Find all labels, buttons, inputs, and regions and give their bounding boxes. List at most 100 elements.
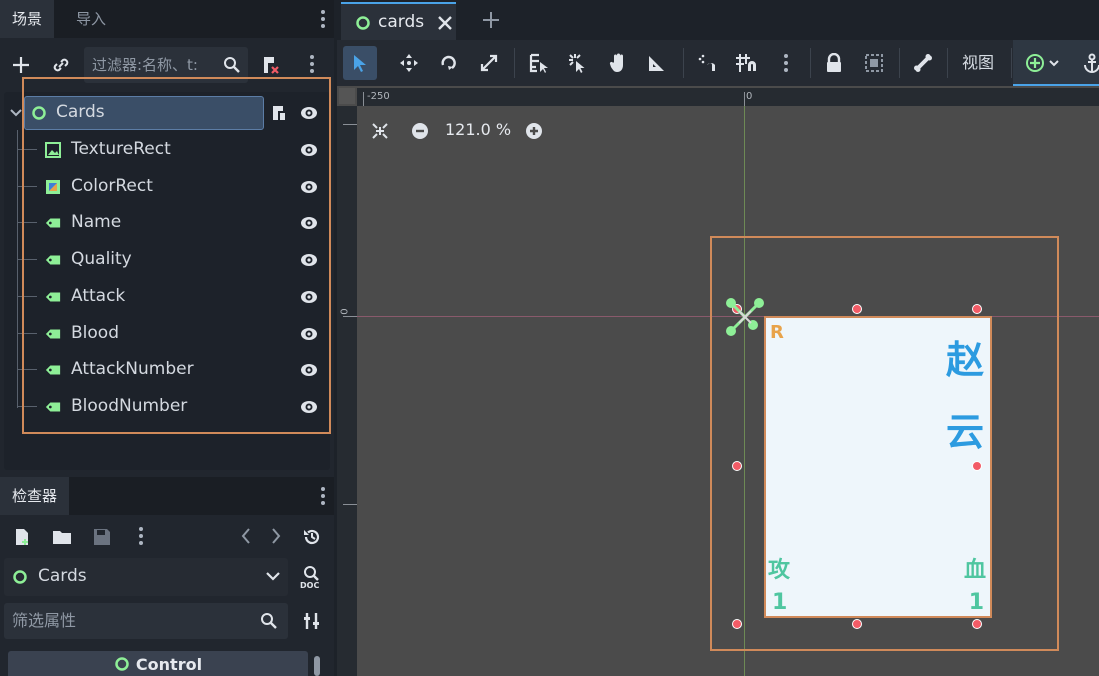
inspector-menu-icon[interactable] bbox=[139, 527, 143, 545]
smart-snap-icon[interactable] bbox=[690, 46, 724, 80]
add-layout-icon[interactable] bbox=[1021, 46, 1069, 80]
card-blood-label: 血 bbox=[963, 558, 986, 583]
left-dock: 场景 导入 过滤器:名称、t: Cards TextureRect ColorR… bbox=[0, 0, 334, 676]
new-resource-icon[interactable] bbox=[10, 525, 34, 549]
resize-handle-top-right[interactable] bbox=[972, 304, 982, 314]
inspector-node-name: Cards bbox=[38, 566, 87, 586]
zoom-out-icon[interactable] bbox=[411, 122, 429, 140]
history-back-icon[interactable] bbox=[240, 527, 252, 545]
ruler-label-v0: 0 bbox=[339, 308, 351, 315]
editor-tab-bar: cards bbox=[337, 0, 1099, 40]
inspector-filter-placeholder: 筛选属性 bbox=[12, 611, 77, 630]
list-select-icon[interactable] bbox=[521, 46, 555, 80]
canvas-toolbar: 视图 bbox=[337, 40, 1099, 86]
script-remove-icon[interactable] bbox=[258, 52, 284, 78]
scene-dock-tabs: 场景 导入 bbox=[0, 0, 334, 38]
inspector-filter-input[interactable]: 筛选属性 bbox=[4, 603, 288, 639]
tools-icon[interactable] bbox=[302, 611, 322, 631]
ruler-corner bbox=[339, 88, 355, 104]
history-icon[interactable] bbox=[302, 527, 322, 547]
resize-handle-bottom-right[interactable] bbox=[972, 619, 982, 629]
save-icon[interactable] bbox=[90, 525, 114, 549]
card-preview[interactable]: R 赵 云 攻 1 血 1 bbox=[764, 316, 992, 618]
horizontal-ruler: -250 0 bbox=[357, 88, 1099, 106]
inspector-dock-menu-icon[interactable] bbox=[321, 487, 325, 505]
anchor-icon[interactable] bbox=[1075, 46, 1099, 80]
tab-scene[interactable]: 场景 bbox=[0, 0, 55, 38]
resize-handle-right[interactable] bbox=[972, 461, 982, 471]
rotate-tool-icon[interactable] bbox=[432, 46, 466, 80]
tab-cards[interactable]: cards bbox=[341, 2, 456, 40]
resize-handle-top[interactable] bbox=[852, 304, 862, 314]
history-forward-icon[interactable] bbox=[270, 527, 282, 545]
control-node-icon bbox=[115, 657, 129, 671]
pan-tool-icon[interactable] bbox=[601, 46, 635, 80]
open-folder-icon[interactable] bbox=[50, 525, 74, 549]
chevron-down-icon[interactable] bbox=[266, 572, 280, 582]
select-tool-icon[interactable] bbox=[343, 46, 377, 80]
card-attack-number: 1 bbox=[772, 590, 788, 615]
card-quality: R bbox=[770, 322, 784, 343]
tab-import[interactable]: 导入 bbox=[64, 0, 118, 38]
center-view-icon[interactable] bbox=[371, 122, 389, 140]
view-menu[interactable]: 视图 bbox=[962, 46, 994, 80]
godot-editor: 场景 导入 过滤器:名称、t: Cards TextureRect ColorR… bbox=[0, 0, 1099, 676]
resize-handle-bottom[interactable] bbox=[852, 619, 862, 629]
chevron-down-icon[interactable] bbox=[10, 109, 22, 117]
grid-snap-icon[interactable] bbox=[729, 46, 763, 80]
toolbar-separator bbox=[810, 48, 811, 78]
search-icon bbox=[261, 613, 277, 629]
tab-inspector[interactable]: 检查器 bbox=[0, 477, 70, 515]
tab-cards-label: cards bbox=[378, 12, 425, 32]
inspector-scrollbar[interactable] bbox=[314, 656, 320, 676]
close-icon[interactable] bbox=[437, 15, 453, 31]
lock-icon[interactable] bbox=[817, 46, 851, 80]
canvas-viewport[interactable]: 121.0 % R 赵 云 攻 1 血 1 bbox=[357, 106, 1099, 676]
resize-handle-left[interactable] bbox=[732, 461, 742, 471]
new-tab-icon[interactable] bbox=[481, 10, 501, 30]
toolbar-separator bbox=[514, 48, 515, 78]
ruler-tick bbox=[343, 316, 357, 317]
inspector-section-label: Control bbox=[135, 655, 203, 674]
svg-text:DOC: DOC bbox=[300, 581, 319, 589]
toolbar-separator bbox=[683, 48, 684, 78]
ruler-tick bbox=[343, 504, 357, 505]
card-name-char: 云 bbox=[945, 410, 984, 454]
control-node-icon bbox=[13, 570, 27, 584]
ruler-tick bbox=[343, 124, 357, 125]
zoom-level[interactable]: 121.0 % bbox=[445, 120, 511, 139]
toolbar-separator bbox=[899, 48, 900, 78]
vertical-ruler: 0 bbox=[337, 106, 357, 676]
anchor-gizmo-icon[interactable] bbox=[723, 295, 767, 339]
bone-icon[interactable] bbox=[906, 46, 940, 80]
scene-tree-highlight-box bbox=[22, 77, 331, 434]
resize-handle-bottom-left[interactable] bbox=[732, 619, 742, 629]
move-tool-icon[interactable] bbox=[392, 46, 426, 80]
instance-scene-icon[interactable] bbox=[48, 52, 74, 78]
toolbar-separator bbox=[947, 48, 948, 78]
inspector-node-dropdown[interactable]: Cards bbox=[4, 558, 288, 596]
add-node-icon[interactable] bbox=[8, 52, 34, 78]
dock-menu-icon[interactable] bbox=[321, 10, 325, 28]
card-blood-number: 1 bbox=[968, 590, 984, 615]
card-name-char: 赵 bbox=[945, 338, 984, 382]
snap-options-icon[interactable] bbox=[784, 54, 788, 72]
ruler-tool-icon[interactable] bbox=[640, 46, 674, 80]
doc-icon[interactable]: DOC bbox=[300, 565, 322, 589]
control-node-icon bbox=[356, 16, 370, 30]
inspector-dock-tabs: 检查器 bbox=[0, 477, 334, 515]
pivot-tool-icon[interactable] bbox=[561, 46, 595, 80]
ruler-tick bbox=[744, 92, 745, 106]
zoom-in-icon[interactable] bbox=[525, 122, 543, 140]
toolbar-separator bbox=[1011, 48, 1012, 78]
group-icon[interactable] bbox=[857, 46, 891, 80]
ruler-label-neg250: -250 bbox=[367, 91, 390, 102]
card-name: 赵 云 bbox=[942, 324, 988, 468]
ruler-label-0: 0 bbox=[746, 91, 753, 102]
scene-menu-icon[interactable] bbox=[310, 55, 314, 73]
inspector-section-control[interactable]: Control bbox=[8, 651, 308, 676]
card-attack-label: 攻 bbox=[768, 558, 791, 583]
search-icon bbox=[220, 52, 244, 78]
scale-tool-icon[interactable] bbox=[472, 46, 506, 80]
ruler-tick bbox=[363, 92, 364, 106]
